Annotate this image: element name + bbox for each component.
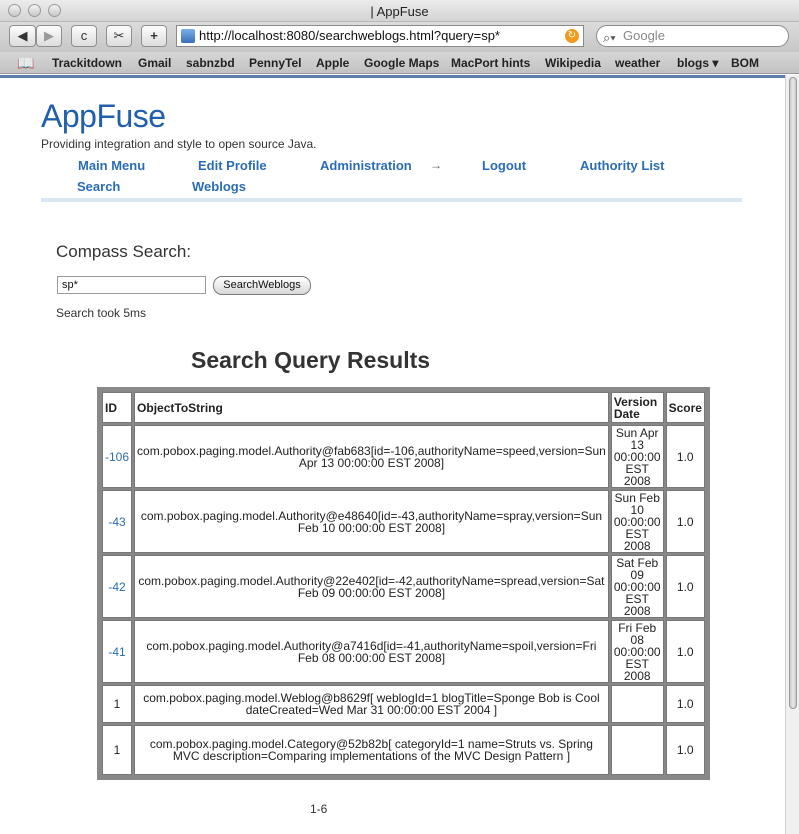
nav-logout[interactable]: Logout <box>482 158 526 173</box>
compass-search-heading: Compass Search: <box>56 242 192 261</box>
row-id: 1 <box>102 685 133 723</box>
address-bar[interactable]: http://localhost:8080/searchweblogs.html… <box>176 25 584 47</box>
page-top-border <box>0 75 785 78</box>
nav-edit-profile[interactable]: Edit Profile <box>198 158 267 173</box>
bookmark-gmail[interactable]: Gmail <box>138 56 171 70</box>
reload-icon: c <box>80 28 88 43</box>
browser-toolbar: ◀ ▶ c ✂ + http://localhost:8080/searchwe… <box>0 22 799 52</box>
row-version <box>610 725 664 775</box>
row-object: com.pobox.paging.model.Authority@22e402[… <box>134 555 609 618</box>
row-version: Fri Feb 08 00:00:00 EST 2008 <box>610 620 664 683</box>
bookmark-wikipedia[interactable]: Wikipedia <box>545 56 601 70</box>
bookmark-apple[interactable]: Apple <box>316 56 349 70</box>
bookmark-bom[interactable]: BOM <box>731 56 759 70</box>
row-id: 1 <box>102 725 133 775</box>
column-header-id: ID <box>102 392 133 423</box>
plus-icon: + <box>150 28 158 43</box>
snapback-icon: ✂ <box>113 28 125 43</box>
nav-authority-list[interactable]: Authority List <box>580 158 665 173</box>
column-header-version-date: Version Date <box>610 392 664 423</box>
favicon-icon <box>181 29 195 43</box>
nav-search[interactable]: Search <box>77 179 120 194</box>
row-object: com.pobox.paging.model.Authority@e48640[… <box>134 490 609 553</box>
web-search-placeholder: Google <box>623 28 665 43</box>
page-scrollbar[interactable] <box>785 75 799 834</box>
rss-icon[interactable]: ↻ <box>565 29 579 43</box>
window-titlebar: | AppFuse <box>0 0 799 22</box>
row-object: com.pobox.paging.model.Category@52b82b[ … <box>134 725 609 775</box>
back-icon: ◀ <box>17 28 28 43</box>
table-row: -43 com.pobox.paging.model.Authority@e48… <box>102 490 705 553</box>
row-id-link[interactable]: -41 <box>108 645 125 659</box>
row-id-link[interactable]: -42 <box>108 580 125 594</box>
row-version <box>610 685 664 723</box>
web-search-input[interactable]: ⌕▾ Google <box>596 25 789 47</box>
bookmark-blogs-menu[interactable]: blogs ▾ <box>677 56 718 70</box>
row-id-link[interactable]: -43 <box>108 515 125 529</box>
table-row: -41 com.pobox.paging.model.Authority@a74… <box>102 620 705 683</box>
submenu-arrow-icon: → <box>430 158 442 172</box>
bookmark-google-maps[interactable]: Google Maps <box>364 56 439 70</box>
column-header-object: ObjectToString <box>134 392 609 423</box>
search-duration: Search took 5ms <box>56 306 147 320</box>
row-score: 1.0 <box>665 490 705 553</box>
nav-weblogs[interactable]: Weblogs <box>192 179 246 194</box>
bookmark-sabnzbd[interactable]: sabnzbd <box>186 56 235 70</box>
scrollbar-thumb[interactable] <box>789 77 797 709</box>
reload-button[interactable]: c <box>71 25 97 47</box>
row-score: 1.0 <box>665 555 705 618</box>
nav-administration[interactable]: Administration <box>320 158 412 173</box>
row-score: 1.0 <box>665 425 705 488</box>
row-score: 1.0 <box>665 685 705 723</box>
bookmark-weather[interactable]: weather <box>615 56 660 70</box>
query-input[interactable]: sp* <box>57 276 206 294</box>
site-brand[interactable]: AppFuse <box>41 98 166 135</box>
table-row: 1 com.pobox.paging.model.Category@52b82b… <box>102 725 705 775</box>
magnifier-icon: ⌕▾ <box>603 30 616 45</box>
bookmark-pennytel[interactable]: PennyTel <box>249 56 301 70</box>
table-row: 1 com.pobox.paging.model.Weblog@b8629f[ … <box>102 685 705 723</box>
column-header-score: Score <box>665 392 705 423</box>
results-heading: Search Query Results <box>191 347 431 373</box>
bookmark-macport-hints[interactable]: MacPort hints <box>451 56 530 70</box>
pagination-banner: 1-6 <box>310 802 328 816</box>
nav-main-menu[interactable]: Main Menu <box>78 158 145 173</box>
results-table: ID ObjectToString Version Date Score -10… <box>97 387 710 780</box>
row-id-link[interactable]: -106 <box>105 450 129 464</box>
search-weblogs-button[interactable]: SearchWeblogs <box>213 276 311 295</box>
row-score: 1.0 <box>665 620 705 683</box>
row-object: com.pobox.paging.model.Weblog@b8629f[ we… <box>134 685 609 723</box>
bookmarks-bar: 📖 Trackitdown Gmail sabnzbd PennyTel App… <box>0 52 799 74</box>
table-row: -42 com.pobox.paging.model.Authority@22e… <box>102 555 705 618</box>
row-object: com.pobox.paging.model.Authority@a7416d[… <box>134 620 609 683</box>
nav-divider <box>41 198 742 202</box>
row-score: 1.0 <box>665 725 705 775</box>
table-row: -106 com.pobox.paging.model.Authority@fa… <box>102 425 705 488</box>
back-button[interactable]: ◀ <box>9 25 36 47</box>
bookmarks-book-icon[interactable]: 📖 <box>17 55 34 72</box>
forward-button[interactable]: ▶ <box>36 25 62 47</box>
bookmark-trackitdown[interactable]: Trackitdown <box>52 56 122 70</box>
row-object: com.pobox.paging.model.Authority@fab683[… <box>134 425 609 488</box>
window-title: | AppFuse <box>370 4 429 19</box>
add-bookmark-button[interactable]: + <box>141 25 167 47</box>
row-version: Sat Feb 09 00:00:00 EST 2008 <box>610 555 664 618</box>
snapback-button[interactable]: ✂ <box>106 25 132 47</box>
row-version: Sun Feb 10 00:00:00 EST 2008 <box>610 490 664 553</box>
site-tagline: Providing integration and style to open … <box>41 137 317 151</box>
forward-icon: ▶ <box>44 28 54 43</box>
address-url: http://localhost:8080/searchweblogs.html… <box>199 28 500 43</box>
row-version: Sun Apr 13 00:00:00 EST 2008 <box>610 425 664 488</box>
